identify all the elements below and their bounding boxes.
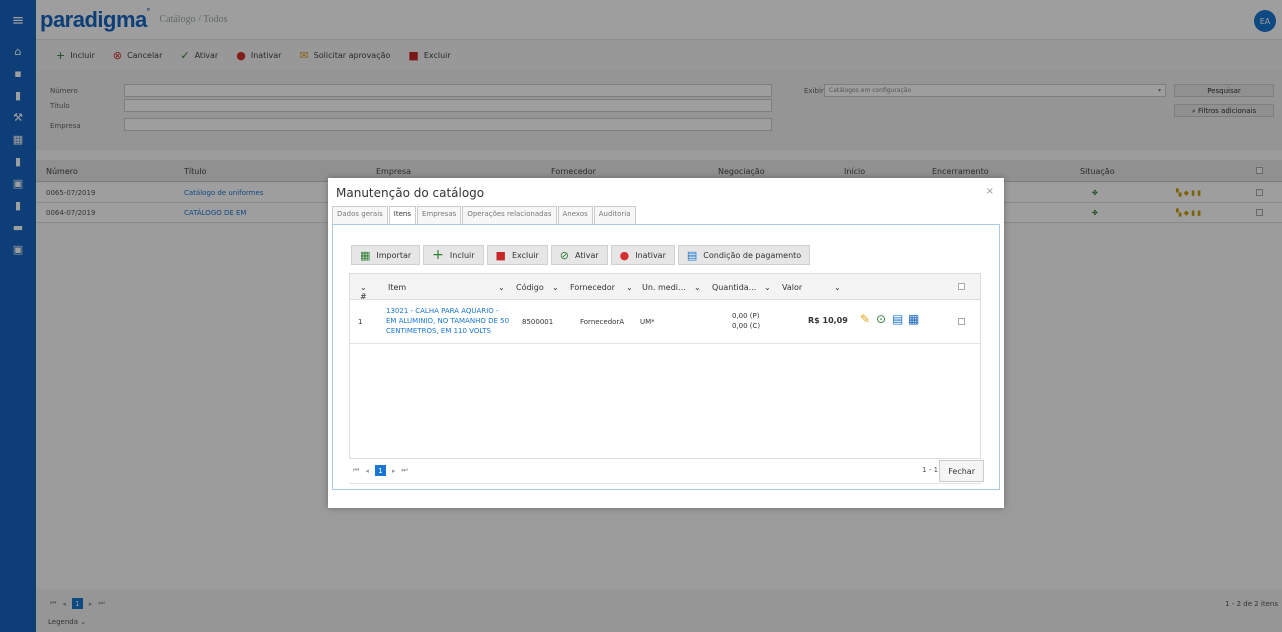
col-item[interactable]: Item — [388, 283, 406, 292]
excel-icon: ▦ — [360, 248, 371, 262]
tab-empresas[interactable]: Empresas — [417, 206, 462, 224]
plus-icon: + — [432, 247, 444, 263]
itens-header: # ⌄ Item ⌄ Código ⌄ Fornecedor ⌄ Un. med… — [350, 274, 980, 301]
tab-dados-gerais[interactable]: Dados gerais — [332, 206, 388, 224]
tab-itens[interactable]: Itens — [388, 206, 416, 224]
calendar-icon[interactable]: ▤ — [892, 312, 903, 326]
details-icon[interactable]: ▦ — [908, 312, 919, 326]
table-row[interactable]: 1 13021 - CALHA PARA AQUARIO - EM ALUMIN… — [350, 300, 980, 344]
header-checkbox[interactable] — [958, 283, 965, 292]
col-valor[interactable]: Valor — [782, 283, 802, 292]
col-fornecedor[interactable]: Fornecedor — [570, 283, 615, 292]
tab-operacoes[interactable]: Operações relacionadas — [462, 206, 557, 224]
condicao-button[interactable]: ▤ Condição de pagamento — [677, 245, 811, 265]
pagination: ⏮ ◂ 1 ▸ ⏭ — [353, 465, 408, 476]
ativar-item-button[interactable]: ⊘ Ativar — [550, 245, 608, 265]
itens-footer: ⏮◂ 1 ▸⏭ 1 - 1 de 1 itens — [349, 461, 981, 481]
col-num[interactable]: # ⌄ — [360, 283, 367, 301]
chevron-down-icon[interactable]: ⌄ — [694, 283, 701, 292]
calendar-icon: ▤ — [686, 248, 698, 262]
fechar-button[interactable]: Fechar — [939, 460, 984, 482]
col-codigo[interactable]: Código — [516, 283, 544, 292]
itens-toolbar: ▦ Importar + Incluir ■ Excluir ⊘ Ativar ● Ina… — [351, 245, 811, 265]
row-valor: R$ 10,09 — [808, 316, 848, 325]
next-page-icon[interactable]: ▸ — [392, 467, 396, 475]
last-page-icon[interactable]: ⏭ — [401, 466, 407, 475]
close-icon[interactable]: × — [986, 186, 994, 197]
excluir-item-button[interactable]: ■ Excluir — [486, 245, 548, 265]
inativar-item-button[interactable]: ● Inativar — [610, 245, 675, 265]
row-checkbox[interactable] — [958, 318, 965, 327]
trash-icon: ■ — [495, 248, 506, 262]
row-unidade: UM* — [640, 318, 655, 326]
current-page[interactable]: 1 — [374, 465, 386, 476]
col-unidade[interactable]: Un. medi... — [642, 283, 686, 292]
catalog-modal: Manutenção do catálogo × Dados gerais It… — [328, 178, 1004, 508]
itens-table: # ⌄ Item ⌄ Código ⌄ Fornecedor ⌄ Un. med… — [349, 273, 981, 459]
chevron-down-icon[interactable]: ⌄ — [626, 283, 633, 292]
check-circle-icon[interactable]: ⊙ — [876, 312, 886, 326]
tab-anexos[interactable]: Anexos — [557, 206, 593, 224]
row-qtd-p: 0,00 (P) — [732, 312, 760, 320]
itens-panel: ▦ Importar + Incluir ■ Excluir ⊘ Ativar ● Ina… — [332, 224, 1000, 490]
row-fornecedor: FornecedorA — [580, 318, 625, 326]
chevron-down-icon[interactable]: ⌄ — [764, 283, 771, 292]
row-codigo: 8500001 — [522, 318, 554, 326]
modal-title: Manutenção do catálogo — [336, 186, 485, 200]
tab-auditoria[interactable]: Auditoria — [593, 206, 636, 224]
col-quantidade[interactable]: Quantida... — [712, 283, 756, 292]
prev-page-icon[interactable]: ◂ — [365, 467, 369, 475]
chevron-down-icon[interactable]: ⌄ — [834, 283, 841, 292]
item-link[interactable]: 13021 - CALHA PARA AQUARIO - EM ALUMINIO… — [386, 306, 510, 336]
first-page-icon[interactable]: ⏮ — [353, 466, 359, 475]
modal-tabs: Dados gerais Itens Empresas Operações re… — [332, 206, 637, 224]
chevron-down-icon[interactable]: ⌄ — [498, 283, 505, 292]
edit-icon[interactable]: ✎ — [860, 312, 870, 326]
row-num: 1 — [358, 318, 363, 326]
check-icon: ⊘ — [559, 248, 570, 262]
divider — [349, 483, 981, 484]
chevron-down-icon[interactable]: ⌄ — [552, 283, 559, 292]
stop-icon: ● — [619, 248, 630, 262]
importar-button[interactable]: ▦ Importar — [351, 245, 421, 265]
incluir-item-button[interactable]: + Incluir — [423, 245, 484, 265]
row-qtd-c: 0,00 (C) — [732, 322, 761, 330]
